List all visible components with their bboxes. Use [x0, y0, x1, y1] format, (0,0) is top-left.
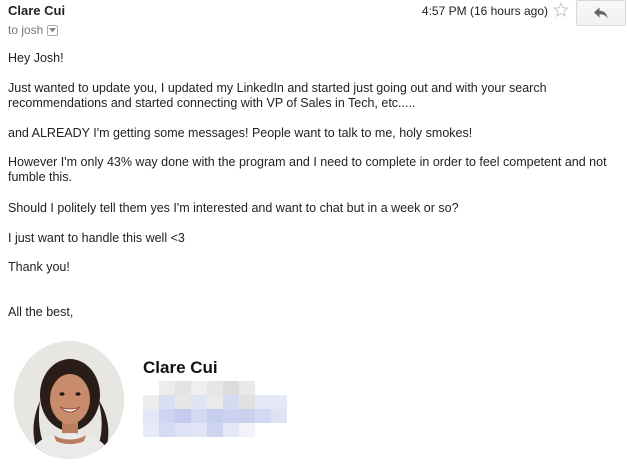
body-paragraph: Thank you! [8, 260, 70, 274]
recipient-label: to josh [8, 23, 44, 37]
show-details-button[interactable] [47, 25, 59, 36]
recipient-row: to josh [8, 23, 59, 37]
star-icon[interactable] [553, 2, 569, 18]
timestamp: 4:57 PM (16 hours ago) [421, 4, 548, 18]
body-paragraph: and ALREADY I'm getting some messages! P… [8, 126, 473, 140]
chevron-down-icon [49, 28, 57, 33]
reply-arrow-icon [594, 7, 608, 19]
body-paragraph: However I'm only 43% way done with the p… [8, 155, 607, 184]
signature-photo [14, 341, 124, 459]
body-paragraph: Should I politely tell them yes I'm inte… [8, 201, 459, 215]
body-paragraph: I just want to handle this well <3 [8, 231, 185, 245]
closing: All the best, [8, 305, 74, 319]
pixelated-contact-info [143, 381, 303, 437]
body-paragraph: Just wanted to update you, I updated my … [8, 81, 547, 110]
greeting: Hey Josh! [8, 51, 64, 65]
signature-name: Clare Cui [143, 358, 218, 377]
person-photo-icon [14, 341, 124, 459]
sender-name[interactable]: Clare Cui [8, 3, 65, 18]
reply-button[interactable] [576, 0, 626, 26]
